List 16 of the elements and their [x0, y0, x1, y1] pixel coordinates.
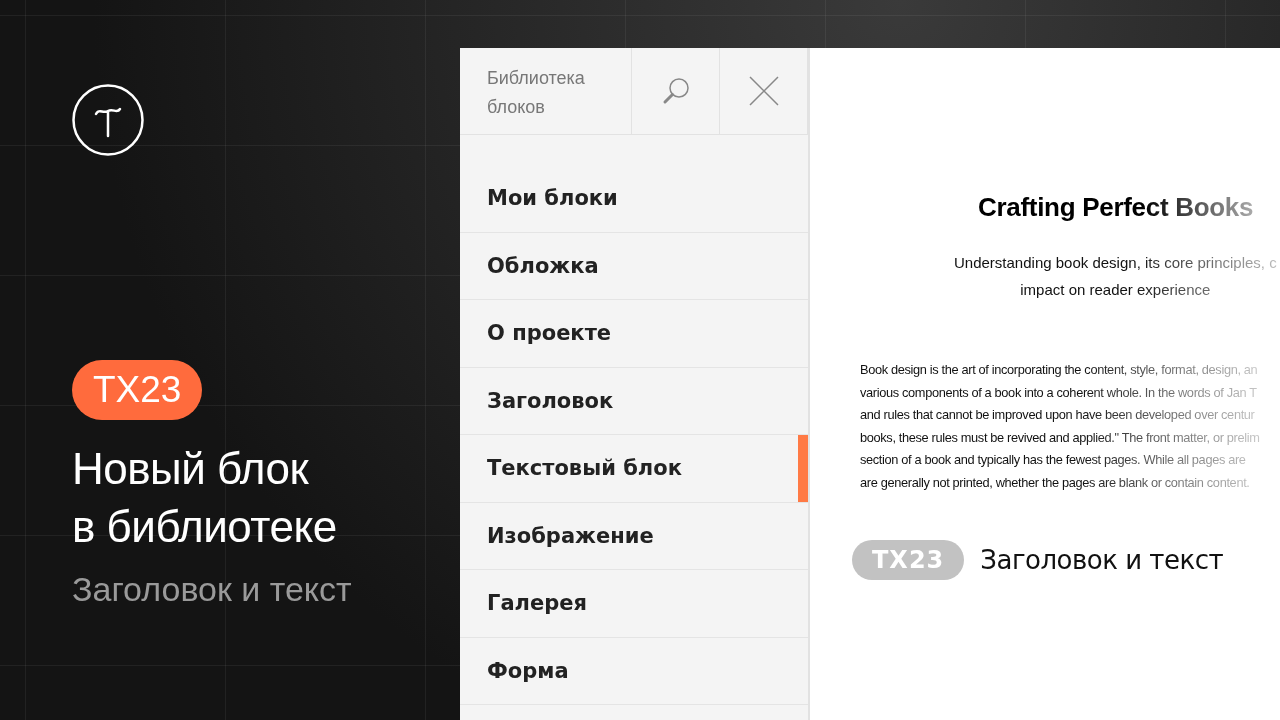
category-item[interactable]: Заголовок	[460, 367, 808, 435]
block-code-badge: TX23	[852, 539, 965, 580]
category-item[interactable]: Текстовый блок	[460, 435, 808, 503]
close-icon	[748, 76, 779, 106]
category-item[interactable]: Изображение	[460, 502, 808, 570]
category-item[interactable]: Галерея	[460, 570, 808, 638]
category-item[interactable]: Мои блоки	[460, 165, 808, 233]
category-item[interactable]: Форма	[460, 637, 808, 705]
logo-icon	[72, 84, 144, 156]
library-title: Библиотека блоков	[460, 48, 632, 134]
category-item[interactable]: О проекте	[460, 300, 808, 368]
block-name: Заголовок и текст	[980, 544, 1224, 575]
block-code-badge: TX23	[72, 360, 203, 420]
category-item[interactable]: Обложка	[460, 232, 808, 300]
promo-title: Новый блок в библиотеке	[72, 443, 338, 553]
promo-subtitle: Заголовок и текст	[72, 570, 353, 609]
